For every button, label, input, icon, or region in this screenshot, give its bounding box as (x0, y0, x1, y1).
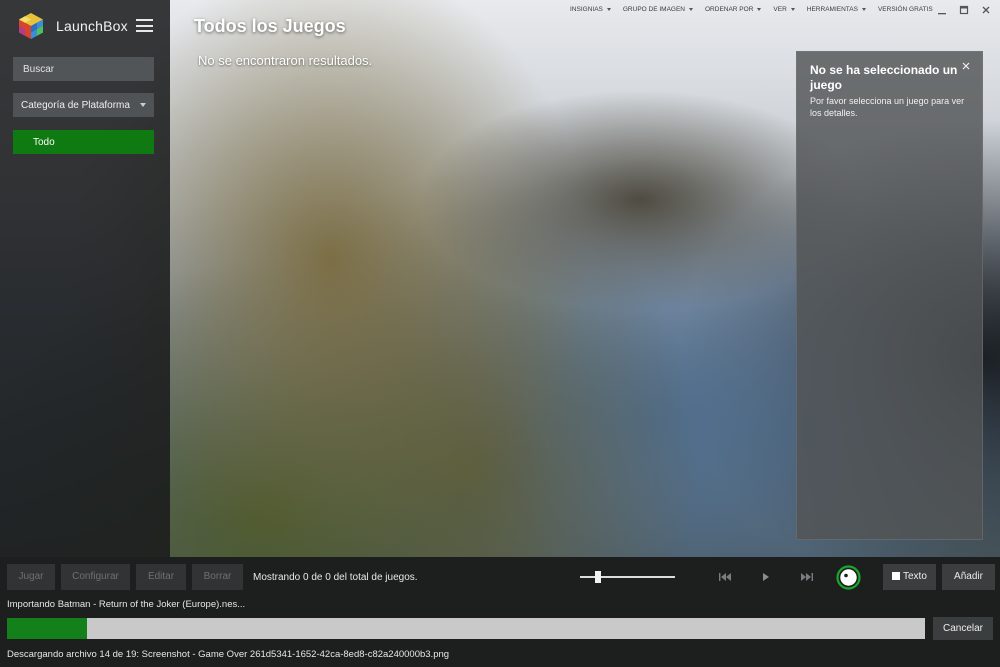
zoom-slider[interactable] (580, 570, 675, 584)
close-window-icon[interactable] (980, 4, 992, 16)
game-details-panel: No se ha seleccionado un juego Por favor… (796, 51, 983, 540)
filter-item-all[interactable]: Todo (13, 130, 154, 154)
skip-previous-icon[interactable] (717, 570, 733, 584)
menu-sort-by[interactable]: ORDENAR POR (705, 6, 762, 13)
download-status-label: Descargando archivo 14 de 19: Screenshot… (7, 649, 450, 660)
app-name: LaunchBox (56, 18, 128, 34)
no-results-message: No se encontraron resultados. (198, 53, 373, 68)
details-text: Por favor selecciona un juego para ver l… (810, 96, 965, 118)
chevron-down-icon (790, 8, 795, 11)
minimize-icon[interactable] (936, 4, 948, 16)
import-status-label: Importando Batman - Return of the Joker … (7, 599, 246, 610)
chevron-down-icon (861, 8, 866, 11)
bottom-toolbar: Jugar Configurar Editar Borrar Mostrando… (0, 557, 1000, 667)
menu-free-version[interactable]: VERSIÓN GRATIS (878, 6, 933, 13)
import-progress-fill (7, 618, 87, 639)
import-progress-bar (7, 618, 925, 639)
menu-tools[interactable]: HERRAMIENTAS (807, 6, 866, 13)
filter-item-label: Todo (33, 137, 55, 148)
configure-button[interactable]: Configurar (61, 564, 130, 590)
sidebar: LaunchBox Categoría de Plataforma Todo (0, 0, 170, 557)
launchbox-logo-icon (19, 13, 43, 39)
platform-category-value: Categoría de Plataforma (21, 100, 130, 111)
zoom-slider-thumb[interactable] (595, 571, 602, 583)
play-icon[interactable] (758, 570, 774, 584)
skip-next-icon[interactable] (799, 570, 815, 584)
checkbox-icon (892, 571, 900, 580)
details-title: No se ha seleccionado un juego (810, 63, 958, 92)
chevron-down-icon (757, 8, 762, 11)
menu-view[interactable]: VER (773, 6, 795, 13)
play-button[interactable]: Jugar (7, 564, 55, 590)
page-title: Todos los Juegos (194, 16, 346, 36)
text-toggle-label: Texto (903, 571, 927, 582)
add-button[interactable]: Añadir (942, 564, 995, 590)
volume-knob-icon[interactable] (836, 565, 861, 590)
games-count-label: Mostrando 0 de 0 del total de juegos. (253, 572, 418, 583)
edit-button[interactable]: Editar (136, 564, 186, 590)
menu-badges[interactable]: INSIGNIAS (570, 6, 611, 13)
text-toggle[interactable]: Texto (883, 564, 936, 590)
close-icon[interactable] (962, 62, 970, 70)
chevron-down-icon (606, 8, 611, 11)
hamburger-menu-icon[interactable] (136, 19, 153, 32)
search-input[interactable] (13, 57, 154, 81)
restore-icon[interactable] (958, 4, 970, 16)
cancel-button[interactable]: Cancelar (933, 617, 993, 640)
chevron-down-icon (140, 103, 146, 107)
brand: LaunchBox (18, 12, 128, 40)
chevron-down-icon (689, 8, 693, 11)
top-menu: INSIGNIAS GRUPO DE IMAGEN ORDENAR POR VE… (570, 6, 945, 13)
platform-category-select[interactable]: Categoría de Plataforma (13, 93, 154, 117)
delete-button[interactable]: Borrar (192, 564, 243, 590)
menu-image-group[interactable]: GRUPO DE IMAGEN (623, 6, 693, 13)
